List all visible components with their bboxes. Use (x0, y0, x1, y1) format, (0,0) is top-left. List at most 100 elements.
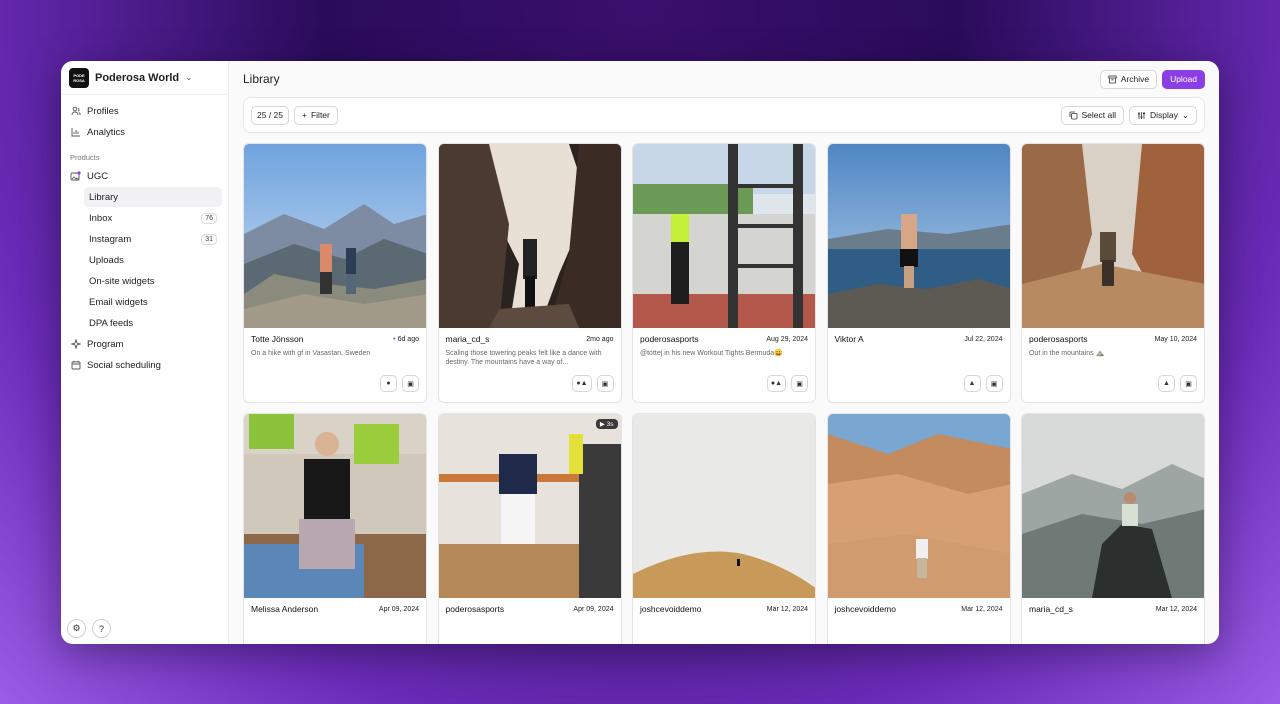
display-button[interactable]: Display ⌄ (1129, 105, 1197, 125)
product-tag-button[interactable]: ▲ (963, 375, 981, 392)
sidebar-item-label: Program (87, 338, 124, 350)
sidebar-item-label: DPA feeds (89, 317, 134, 329)
schedule-button[interactable]: ▣ (402, 375, 419, 392)
sidebar-item-analytics[interactable]: Analytics (67, 122, 222, 142)
select-all-button[interactable]: Select all (1060, 105, 1124, 125)
product-tag-button[interactable]: ▲ (1158, 375, 1175, 392)
media-card[interactable]: maria_cd_s Mar 12, 2024 (1021, 413, 1205, 644)
card-date: Mar 12, 2024 (766, 605, 808, 613)
sidebar-item-email-widgets[interactable]: Email widgets (84, 292, 222, 312)
sidebar-item-label: Instagram (89, 233, 132, 245)
media-card[interactable]: Melissa Anderson Apr 09, 2024 (243, 413, 427, 644)
sidebar-item-onsite-widgets[interactable]: On-site widgets (84, 271, 222, 291)
media-card[interactable]: Totte Jönsson • 6d ago On a hike with gf… (243, 143, 427, 403)
card-actions: ●▲ ▣ (640, 375, 808, 392)
sidebar-item-label: Profiles (87, 105, 119, 117)
video-duration-badge: ▶ 3s (595, 419, 618, 429)
media-card[interactable]: poderosasports May 10, 2024 Out in the m… (1021, 143, 1205, 403)
card-actions: ▲ ▣ (1029, 375, 1197, 392)
chart-icon (70, 127, 81, 138)
sidebar-item-dpa-feeds[interactable]: DPA feeds (84, 313, 222, 333)
card-author: maria_cd_s (1029, 604, 1073, 614)
workspace-logo: PODE ROSA (69, 67, 89, 88)
calendar-icon (70, 360, 81, 371)
media-thumbnail[interactable] (244, 144, 426, 328)
upload-button[interactable]: Upload (1162, 69, 1205, 89)
section-label-products: Products (70, 153, 100, 162)
plus-icon: + (302, 110, 307, 120)
upload-label: Upload (1170, 74, 1197, 84)
media-thumbnail[interactable] (827, 414, 1010, 598)
media-grid: Totte Jönsson • 6d ago On a hike with gf… (243, 143, 1205, 644)
schedule-button[interactable]: ▣ (596, 375, 614, 392)
media-thumbnail[interactable] (1022, 144, 1204, 328)
product-tag-button[interactable]: ●▲ (766, 375, 786, 392)
workspace-switcher[interactable]: PODE ROSA Poderosa World ⌄ (61, 61, 228, 95)
card-author: poderosasports (445, 604, 505, 614)
card-author: poderosasports (1029, 334, 1088, 344)
product-icon: ▲ (1163, 380, 1170, 387)
product-tag-button[interactable]: ●▲ (572, 375, 592, 392)
chevron-down-icon: ⌄ (1181, 109, 1189, 120)
card-date: Apr 09, 2024 (378, 605, 419, 613)
sliders-icon (1137, 111, 1146, 120)
media-thumbnail[interactable]: ▶ 3s (438, 414, 621, 598)
media-thumbnail[interactable] (827, 144, 1010, 328)
sidebar-item-social-scheduling[interactable]: Social scheduling (67, 355, 222, 375)
card-date: Apr 09, 2024 (573, 605, 614, 613)
sidebar-item-uploads[interactable]: Uploads (84, 250, 222, 270)
sidebar-item-ugc[interactable]: UGC (67, 166, 222, 186)
media-thumbnail[interactable] (438, 144, 621, 328)
media-card[interactable]: maria_cd_s 2mo ago Scaling those towerin… (437, 143, 622, 403)
count-badge: 76 (201, 212, 217, 224)
calendar-plus-icon: ▣ (1185, 380, 1192, 388)
sidebar-item-library[interactable]: Library (84, 187, 222, 207)
media-thumbnail[interactable] (244, 414, 426, 598)
card-caption (835, 349, 1003, 367)
video-duration: 3s (606, 421, 614, 428)
media-card[interactable]: poderosasports Aug 29, 2024 @tottej in h… (632, 143, 816, 403)
card-actions: ●▲ ▣ (446, 375, 614, 392)
media-card[interactable]: joshcevoiddemo Mar 12, 2024 (826, 413, 1011, 644)
image-icon (70, 170, 81, 182)
sidebar-footer: ⚙ ? (67, 619, 111, 638)
sidebar-item-inbox[interactable]: Inbox 76 (84, 208, 222, 228)
sidebar: PODE ROSA Poderosa World ⌄ Profiles Anal… (61, 61, 229, 644)
schedule-button[interactable]: ▣ (985, 375, 1003, 392)
schedule-button[interactable]: ▣ (1180, 375, 1197, 392)
calendar-plus-icon: ▣ (990, 380, 998, 388)
item-count: 25 / 25 (251, 105, 289, 125)
media-card[interactable]: joshcevoiddemo Mar 12, 2024 (632, 413, 816, 644)
help-label: ? (98, 623, 104, 634)
copy-icon (1069, 111, 1078, 120)
card-actions: ● ▣ (251, 375, 419, 392)
help-button[interactable]: ? (92, 619, 111, 638)
filter-button[interactable]: + Filter (294, 105, 338, 125)
sidebar-item-profiles[interactable]: Profiles (67, 101, 222, 121)
archive-button[interactable]: Archive (1099, 69, 1158, 89)
product-icon: ▲ (968, 380, 976, 387)
product-tag-button[interactable]: ● (380, 375, 397, 392)
card-caption: Out in the mountains ⛰️ (1029, 350, 1105, 357)
sidebar-item-program[interactable]: Program (67, 334, 222, 354)
filter-label: Filter (310, 110, 330, 120)
schedule-button[interactable]: ▣ (791, 375, 808, 392)
media-card[interactable]: ▶ 3s poderosasports Apr 09, 2024 (437, 413, 622, 644)
sidebar-item-label: On-site widgets (89, 275, 155, 287)
settings-button[interactable]: ⚙ (67, 619, 86, 638)
header-actions: Archive Upload (1099, 69, 1205, 89)
media-card[interactable]: Viktor A Jul 22, 2024 ▲ ▣ (826, 143, 1011, 403)
card-date: Mar 12, 2024 (1155, 605, 1197, 613)
media-thumbnail[interactable] (633, 144, 815, 328)
media-thumbnail[interactable] (1022, 414, 1204, 598)
card-author: joshcevoiddemo (834, 604, 896, 614)
product-icon: ●▲ (576, 380, 588, 387)
card-meta: Melissa Anderson Apr 09, 2024 (244, 598, 426, 620)
ugc-submenu: Library Inbox 76 Instagram 31 Uploads On… (84, 187, 222, 333)
card-author: joshcevoiddemo (640, 604, 702, 614)
toolbar-left: 25 / 25 + Filter (251, 105, 338, 125)
card-meta: maria_cd_s Mar 12, 2024 (1022, 598, 1204, 620)
calendar-plus-icon: ▣ (796, 380, 803, 388)
media-thumbnail[interactable] (633, 414, 815, 598)
sidebar-item-instagram[interactable]: Instagram 31 (84, 229, 222, 249)
